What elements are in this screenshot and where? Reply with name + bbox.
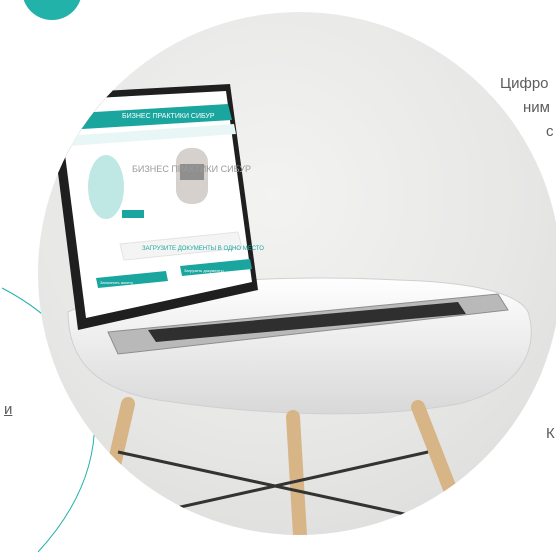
right-text-line-3: с	[546, 123, 554, 140]
stool-legs	[91, 397, 475, 535]
screen-leaf-graphic	[88, 155, 124, 219]
screen-hero-button	[122, 210, 144, 218]
product-photo: БИЗНЕС ПРАКТИКИ СИБУР БИЗНЕС ПРАКТИКИ СИ…	[38, 12, 556, 535]
laptop-on-stool-illustration: БИЗНЕС ПРАКТИКИ СИБУР БИЗНЕС ПРАКТИКИ СИ…	[48, 84, 532, 535]
screen-banner-text: ЗАГРУЗИТЕ ДОКУМЕНТЫ В ОДНО МЕСТО	[142, 246, 264, 252]
right-text-line-1: Цифро	[500, 75, 549, 92]
stool-crossbars	[117, 450, 429, 519]
teal-accent-circle	[22, 0, 82, 20]
screen-button-right-label: Загрузить документы	[184, 268, 224, 273]
right-text-line-2: ним	[523, 99, 550, 116]
left-link-fragment[interactable]: и	[4, 398, 12, 422]
screen-site-title: БИЗНЕС ПРАКТИКИ СИБУР	[122, 113, 215, 120]
screen-hero-text: БИЗНЕС ПРАКТИКИ СИБУР	[132, 164, 251, 174]
screen-button-left-label: Заполнить анкету	[100, 280, 133, 285]
right-text-bottom: К	[546, 425, 555, 442]
